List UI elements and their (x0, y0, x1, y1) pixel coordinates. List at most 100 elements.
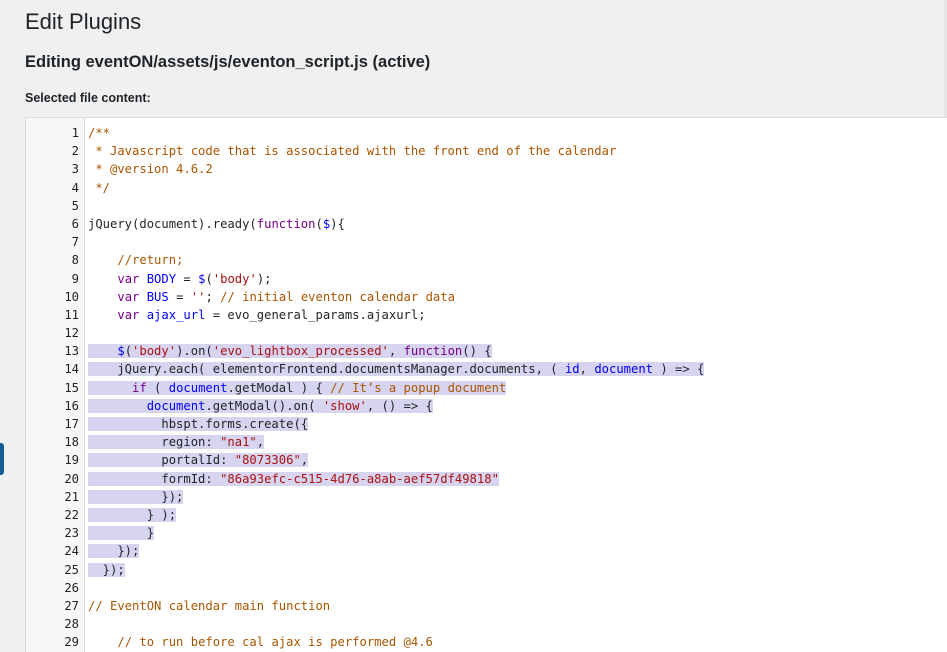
code-token: var (117, 289, 140, 304)
line-number: 19 (64, 453, 79, 468)
code-line[interactable]: 26 (26, 579, 947, 597)
code-token: ( (205, 271, 213, 286)
line-number: 16 (64, 398, 79, 413)
code-line[interactable]: 1 /** (26, 124, 947, 142)
line-number: 24 (64, 544, 79, 559)
code-line[interactable]: 29 // to run before cal ajax is performe… (26, 633, 947, 651)
file-heading: Editing eventON/assets/js/eventon_script… (25, 53, 431, 71)
line-number: 20 (64, 471, 79, 486)
line-number: 25 (64, 562, 79, 577)
code-token: ( (315, 216, 323, 231)
code-token: formId: (88, 471, 221, 486)
code-token: /** (88, 126, 111, 140)
code-line[interactable]: 14 jQuery.each( elementorFrontend.docume… (26, 360, 947, 378)
selected-code-text: hbspt.forms.create({ (88, 415, 309, 433)
code-line[interactable]: 11 var ajax_url = evo_general_params.aja… (26, 306, 947, 324)
code-text: var BODY = $('body'); (88, 270, 272, 288)
code-line[interactable]: 19 portalId: "8073306", (26, 451, 947, 469)
code-line[interactable]: 9 var BODY = $('body'); (26, 270, 947, 288)
code-token: 'body' (132, 344, 177, 359)
code-line[interactable]: 5 (26, 197, 947, 215)
line-number: 1 (71, 126, 79, 140)
code-token: region: (88, 435, 221, 450)
code-line[interactable]: 18 region: "na1", (26, 433, 947, 451)
code-token: "86a93efc-c515-4d76-a8ab-aef57df49818" (220, 471, 499, 486)
code-token: $ (117, 344, 125, 359)
code-line[interactable]: 12 (26, 324, 947, 342)
code-token: if (132, 380, 147, 395)
selected-code-text: portalId: "8073306", (88, 451, 309, 469)
code-editor[interactable]: 1 /** 2 * Javascript code that is associat… (25, 117, 947, 652)
code-token: }); (88, 544, 140, 559)
code-token: 'body' (212, 271, 257, 286)
code-token: function (403, 344, 463, 359)
line-number: 21 (64, 489, 79, 504)
code-line[interactable]: 28 (26, 615, 947, 633)
code-token: ) => { (653, 362, 705, 377)
code-line[interactable]: 4 */ (26, 179, 947, 197)
line-number: 26 (64, 580, 79, 595)
code-line[interactable]: 22 } ); (26, 506, 947, 524)
code-line[interactable]: 20 formId: "86a93efc-c515-4d76-a8ab-aef5… (26, 470, 947, 488)
code-line[interactable]: 3 * @version 4.6.2 (26, 160, 947, 178)
code-token: id (564, 362, 580, 377)
code-line[interactable]: 7 (26, 233, 947, 251)
code-token: // initial eventon calendar data (220, 289, 455, 304)
code-token: ajax_url (146, 307, 206, 322)
line-number: 12 (64, 326, 79, 341)
code-line[interactable]: 6 jQuery(document).ready(function($){ (26, 215, 947, 233)
code-line[interactable]: 21 }); (26, 488, 947, 506)
line-number: 29 (64, 635, 79, 650)
selected-code-text: $('body').on('evo_lightbox_processed', f… (88, 342, 492, 360)
code-text: //return; (88, 251, 183, 269)
code-line[interactable]: 25 }); (26, 561, 947, 579)
code-line[interactable]: 17 hbspt.forms.create({ (26, 415, 947, 433)
line-number: 2 (71, 144, 79, 159)
code-lines[interactable]: 1 /** 2 * Javascript code that is associat… (26, 124, 947, 651)
code-text: * @version 4.6.2 (88, 160, 212, 178)
code-line[interactable]: 10 var BUS = ''; // initial eventon cale… (26, 288, 947, 306)
code-token: ); (256, 271, 272, 286)
line-number: 13 (64, 344, 79, 359)
code-token: ).on( (176, 344, 213, 359)
code-token: jQuery(document).ready( (88, 216, 257, 231)
code-line[interactable]: 16 document.getModal().on( 'show', () =>… (26, 397, 947, 415)
line-number: 22 (64, 507, 79, 522)
selected-code-text: document.getModal().on( 'show', () => { (88, 397, 433, 415)
line-number: 28 (64, 617, 79, 632)
code-line[interactable]: 27 // EventON calendar main function (26, 597, 947, 615)
code-line[interactable]: 24 }); (26, 542, 947, 560)
code-line[interactable]: 8 //return; (26, 251, 947, 269)
line-number: 15 (64, 380, 79, 395)
line-number: 7 (71, 235, 79, 250)
code-text: var ajax_url = evo_general_params.ajaxur… (88, 306, 425, 324)
selected-code-text: formId: "86a93efc-c515-4d76-a8ab-aef57df… (88, 470, 499, 488)
code-token: portalId: (88, 453, 235, 468)
code-token: , (388, 344, 404, 359)
code-token: */ (88, 180, 111, 195)
code-line[interactable]: 13 $('body').on('evo_lightbox_processed'… (26, 342, 947, 360)
code-token: } (88, 526, 155, 541)
code-token: }); (88, 562, 125, 577)
code-token: 'show' (322, 398, 367, 413)
code-token: .getModal ) { (227, 380, 331, 395)
code-token: BUS (146, 289, 169, 304)
code-line[interactable]: 23 } (26, 524, 947, 542)
line-number: 14 (64, 362, 79, 377)
code-token: "8073306" (234, 453, 301, 468)
selected-code-text: region: "na1", (88, 433, 265, 451)
selected-code-text: } (88, 524, 155, 542)
line-number: 10 (64, 289, 79, 304)
code-token: , (256, 435, 265, 450)
code-line[interactable]: 2 * Javascript code that is associated w… (26, 142, 947, 160)
collapse-handle[interactable] (0, 443, 4, 475)
code-line[interactable]: 15 if ( document.getModal ) { // It’s a … (26, 379, 947, 397)
